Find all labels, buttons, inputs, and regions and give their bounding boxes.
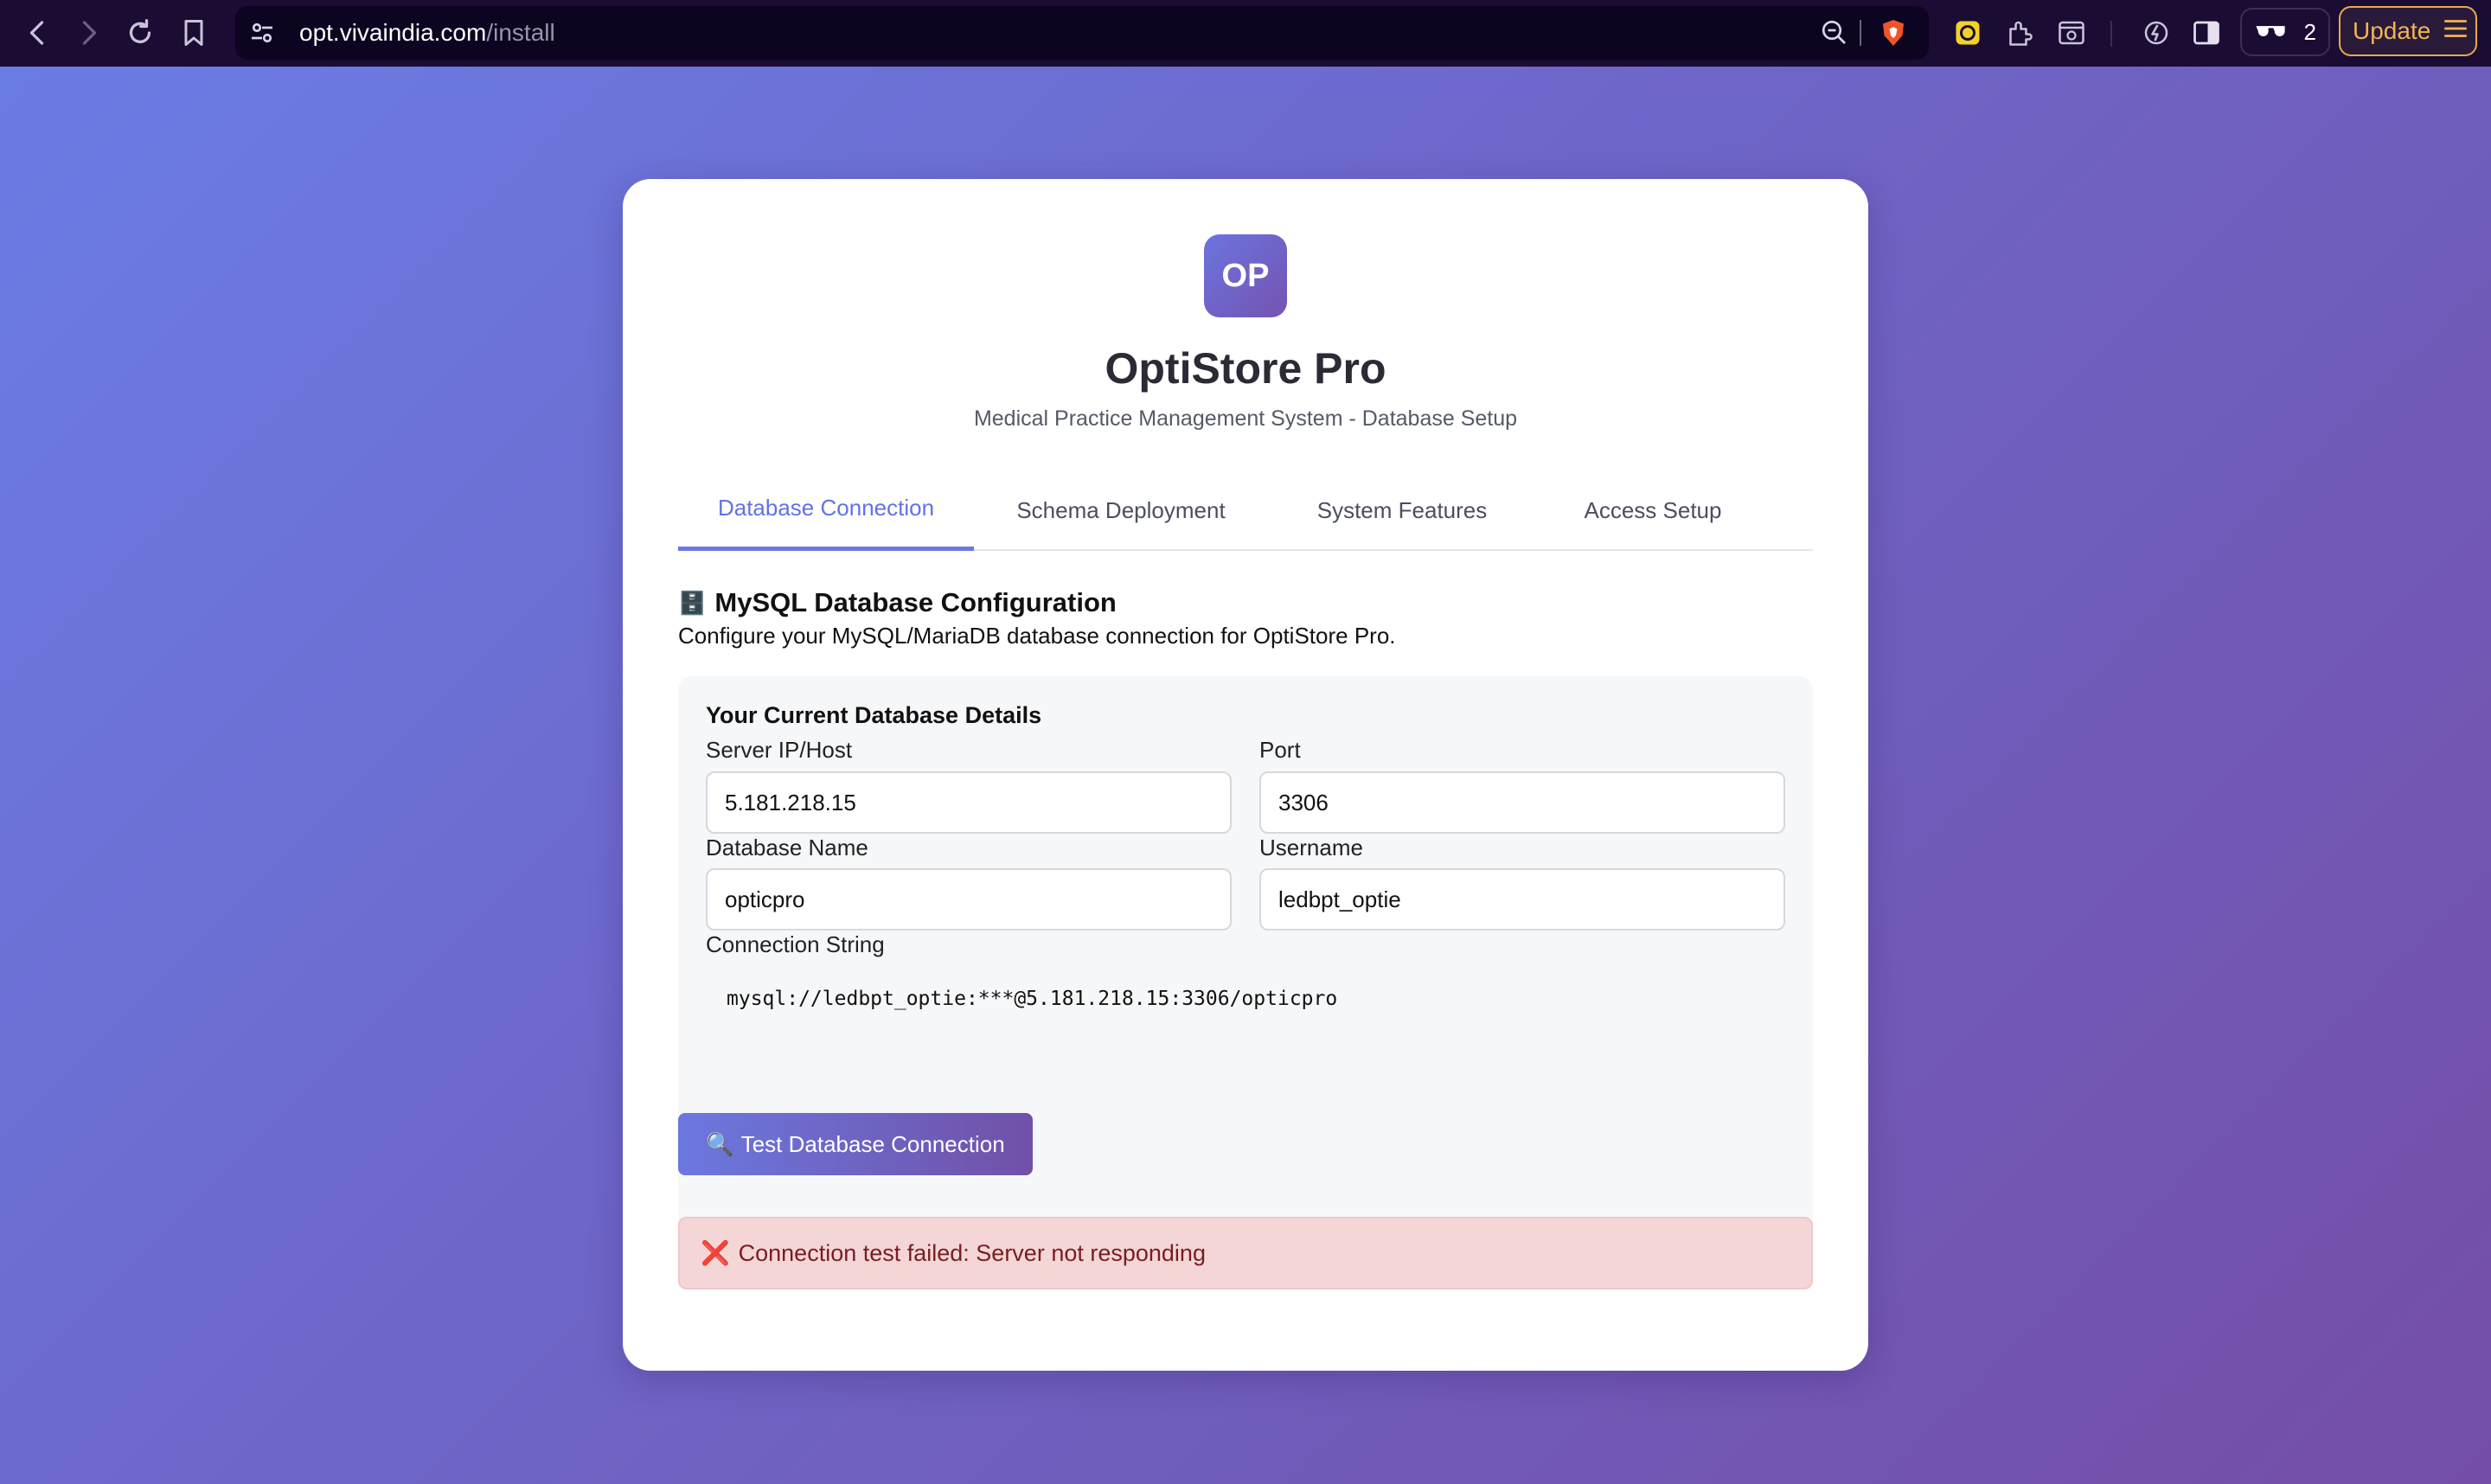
- zoom-icon[interactable]: [1816, 15, 1853, 51]
- extension-count: 2: [2303, 18, 2316, 45]
- host-label: Server IP/Host: [706, 737, 853, 763]
- test-connection-button[interactable]: 🔍 Test Database Connection: [678, 1113, 1033, 1175]
- site-settings-icon[interactable]: [244, 15, 280, 51]
- tab-system-features[interactable]: System Features: [1268, 470, 1536, 551]
- error-icon: ❌: [701, 1240, 730, 1266]
- app-title: OptiStore Pro: [1105, 344, 1386, 393]
- app-subtitle: Medical Practice Management System - Dat…: [973, 406, 1518, 431]
- update-button[interactable]: Update: [2339, 6, 2477, 56]
- section-description: Configure your MySQL/MariaDB database co…: [678, 623, 1396, 649]
- address-bar[interactable]: opt.vivaindia.com/install: [235, 6, 1929, 60]
- setup-tabs: Database Connection Schema Deployment Sy…: [678, 470, 1813, 551]
- dbname-label: Database Name: [706, 835, 868, 860]
- extensions-icon[interactable]: [2001, 15, 2038, 51]
- section-title: 🗄️ MySQL Database Configuration: [678, 587, 1117, 618]
- database-icon: 🗄️: [678, 589, 707, 616]
- app-logo: OP: [1204, 234, 1287, 317]
- glasses-icon: [2254, 19, 2287, 46]
- glasses-extension[interactable]: 2: [2240, 8, 2330, 56]
- install-card: OP OptiStore Pro Medical Practice Manage…: [623, 179, 1868, 1371]
- connstr-label: Connection String: [706, 931, 885, 957]
- back-icon[interactable]: [17, 12, 59, 54]
- test-connection-label: Test Database Connection: [740, 1130, 1005, 1157]
- tab-schema-deployment[interactable]: Schema Deployment: [974, 470, 1268, 551]
- tab-access-setup[interactable]: Access Setup: [1536, 470, 1770, 551]
- error-alert: ❌ Connection test failed: Server not res…: [678, 1217, 1813, 1289]
- port-label: Port: [1259, 737, 1301, 763]
- update-label: Update: [2353, 17, 2431, 44]
- reader-mode-icon[interactable]: [2053, 15, 2090, 51]
- url-text: opt.vivaindia.com/install: [299, 19, 555, 46]
- bookmark-icon[interactable]: [173, 12, 215, 54]
- divider: [2110, 21, 2112, 47]
- port-input[interactable]: [1259, 771, 1785, 834]
- leo-ai-icon[interactable]: [2138, 15, 2174, 51]
- error-text: Connection test failed: Server not respo…: [738, 1239, 1206, 1266]
- tab-database-connection[interactable]: Database Connection: [678, 470, 974, 551]
- wallet-extension-icon[interactable]: [1950, 15, 1986, 51]
- forward-icon[interactable]: [67, 12, 109, 54]
- reload-icon[interactable]: [119, 12, 161, 54]
- divider: [1860, 20, 1861, 46]
- menu-icon: [2441, 14, 2470, 49]
- connection-string: mysql://ledbpt_optie:***@5.181.218.15:33…: [727, 988, 1338, 1010]
- host-input[interactable]: [706, 771, 1232, 834]
- panel-heading: Your Current Database Details: [706, 702, 1042, 728]
- section-title-text: MySQL Database Configuration: [714, 587, 1117, 617]
- search-icon: 🔍: [706, 1130, 734, 1157]
- browser-toolbar: opt.vivaindia.com/install 2 Update: [0, 0, 2491, 67]
- brave-shield-icon[interactable]: [1875, 15, 1911, 51]
- database-details-panel: Your Current Database Details Server IP/…: [678, 676, 1813, 1264]
- sidebar-icon[interactable]: [2188, 15, 2225, 51]
- username-input[interactable]: [1259, 868, 1785, 931]
- dbname-input[interactable]: [706, 868, 1232, 931]
- username-label: Username: [1259, 835, 1363, 860]
